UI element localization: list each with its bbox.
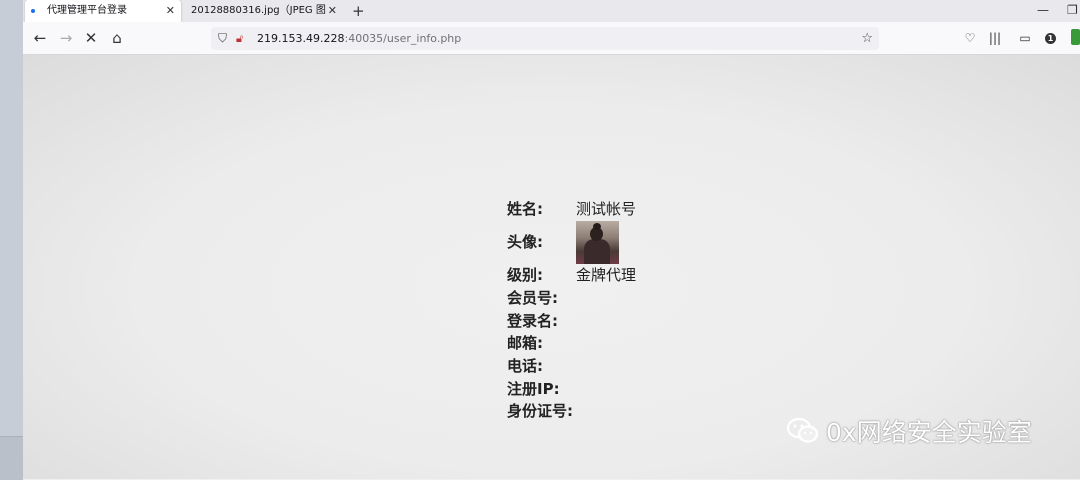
nav-bar: ← → ✕ ⌂ ⛉ 🔓︎ 219.153.49.228:40035/user_i… bbox=[23, 22, 1080, 55]
forward-icon[interactable]: → bbox=[55, 22, 77, 54]
field-label: 会员号: bbox=[507, 289, 558, 307]
field-label: 头像: bbox=[507, 233, 543, 251]
tab-bar: 代理管理平台登录 ✕ 20128880316.jpg（JPEG 图像，20 ✕ … bbox=[23, 0, 1080, 22]
sidebar-icon[interactable]: ▭ bbox=[1015, 22, 1035, 54]
new-tab-icon[interactable]: + bbox=[352, 0, 365, 22]
loading-dot-icon bbox=[31, 9, 35, 13]
shield-icon[interactable]: ⛉ bbox=[218, 27, 227, 50]
url-bar[interactable]: ⛉ 🔓︎ 219.153.49.228:40035/user_info.php … bbox=[211, 27, 879, 50]
page-content: 姓名: 测试帐号 头像: 级别: 金牌代理 会员号: 登录名: 邮箱: 电话: … bbox=[23, 55, 1080, 479]
field-label: 身份证号: bbox=[507, 402, 573, 420]
tab-title: 20128880316.jpg（JPEG 图像，20 bbox=[191, 5, 326, 16]
field-label: 注册IP: bbox=[507, 380, 560, 398]
field-value: 测试帐号 bbox=[576, 200, 637, 218]
watermark: 0x网络安全实验室 bbox=[786, 413, 1032, 449]
stop-icon[interactable]: ✕ bbox=[80, 22, 102, 54]
back-icon[interactable]: ← bbox=[29, 22, 51, 54]
url-host: 219.153.49.228 bbox=[257, 32, 345, 45]
pocket-icon[interactable]: ♡ bbox=[960, 22, 980, 54]
avatar-image bbox=[576, 221, 619, 264]
notification-badge-icon[interactable]: 1 bbox=[1045, 33, 1056, 44]
wechat-icon bbox=[786, 417, 820, 445]
url-path: :40035/user_info.php bbox=[344, 32, 462, 45]
tab-image[interactable]: 20128880316.jpg（JPEG 图像，20 ✕ bbox=[185, 0, 343, 22]
field-label: 登录名: bbox=[507, 312, 558, 330]
desktop-left-strip bbox=[0, 0, 23, 480]
url-text[interactable]: 219.153.49.228:40035/user_info.php bbox=[257, 27, 461, 50]
tab-close-icon[interactable]: ✕ bbox=[328, 0, 337, 22]
field-label: 姓名: bbox=[507, 200, 543, 218]
tab-title: 代理管理平台登录 bbox=[47, 5, 127, 16]
minimize-icon[interactable]: — bbox=[1037, 0, 1049, 22]
field-value: 金牌代理 bbox=[576, 266, 637, 284]
tab-active[interactable]: 代理管理平台登录 ✕ bbox=[25, 0, 181, 22]
insecure-lock-icon[interactable]: 🔓︎ bbox=[236, 27, 243, 50]
watermark-text: 0x网络安全实验室 bbox=[826, 418, 1032, 447]
tab-close-icon[interactable]: ✕ bbox=[166, 0, 175, 22]
field-label: 电话: bbox=[507, 357, 543, 375]
field-label: 邮箱: bbox=[507, 334, 543, 352]
field-label: 级别: bbox=[507, 266, 543, 284]
bookmark-star-icon[interactable]: ☆ bbox=[861, 27, 873, 50]
browser-window: 代理管理平台登录 ✕ 20128880316.jpg（JPEG 图像，20 ✕ … bbox=[23, 0, 1080, 479]
library-icon[interactable]: ||| bbox=[985, 22, 1005, 54]
home-icon[interactable]: ⌂ bbox=[106, 22, 128, 54]
desktop-taskbar-fragment bbox=[0, 436, 23, 480]
extension-icon[interactable] bbox=[1071, 29, 1080, 45]
restore-icon[interactable]: ❐ bbox=[1067, 0, 1078, 22]
